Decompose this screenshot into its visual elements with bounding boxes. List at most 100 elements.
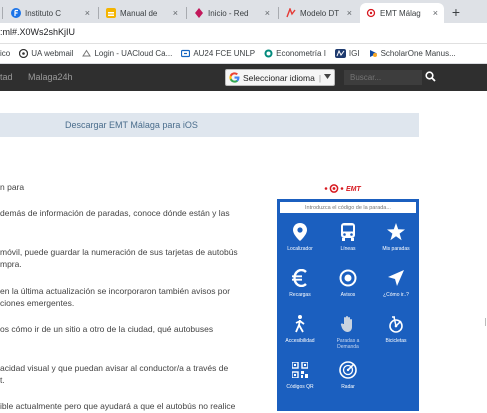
tile-label: Avisos — [340, 292, 356, 298]
address-bar[interactable]: :ml#.X0Ws2shKjIU — [0, 23, 487, 44]
tab-label: Manual de — [120, 8, 158, 18]
tab-close-icon[interactable]: × — [173, 8, 178, 18]
url-text[interactable]: :ml#.X0Ws2shKjIU — [0, 27, 75, 37]
app-tile-avisos[interactable]: Avisos — [325, 263, 371, 305]
tab-close-icon[interactable]: × — [265, 8, 270, 18]
bookmark-ua-webmail[interactable]: UA webmail — [19, 49, 73, 58]
language-selector[interactable]: Seleccionar idioma | — [225, 69, 335, 86]
econometria-icon — [264, 49, 273, 58]
bookmark-scholarone[interactable]: ScholarOne Manus... — [369, 49, 456, 58]
tile-label: Códigos QR — [286, 384, 314, 390]
navigation-arrow-icon — [386, 268, 406, 288]
tile-label: Accesibilidad — [285, 338, 315, 344]
euro-icon — [290, 268, 310, 288]
search-icon — [424, 71, 436, 84]
nav-link-tad[interactable]: tad — [0, 72, 13, 82]
bookmark-uacloud[interactable]: Login - UACloud Ca... — [82, 49, 172, 58]
bookmark-label: Econometría I — [276, 49, 326, 58]
scholarone-icon — [369, 49, 378, 58]
bookmark-label: ScholarOne Manus... — [380, 49, 456, 58]
app-tile-paradas-demanda[interactable]: Paradas a Demanda — [325, 309, 371, 351]
download-ios-banner[interactable]: Descargar EMT Málaga para iOS — [0, 113, 419, 137]
article-line: demás de información de paradas, conoce … — [0, 208, 230, 218]
tile-label: Paradas a Demanda — [336, 338, 360, 350]
modelo-favicon-icon — [286, 8, 296, 18]
article-line: ible actualmente pero que ayudará a que … — [0, 401, 236, 411]
site-search-input[interactable] — [344, 70, 422, 85]
tab-label: EMT Málag — [380, 8, 421, 18]
igi-icon — [334, 49, 346, 58]
bookmark-label: ico — [0, 49, 11, 58]
nav-link-malaga24h[interactable]: Malaga24h — [28, 72, 73, 82]
article-line: ciones emergentes. — [0, 298, 75, 308]
tab-separator — [278, 7, 279, 19]
app-tile-localizador[interactable]: Localizador — [277, 217, 323, 259]
emt-logo: EMT — [324, 184, 361, 195]
instituto-favicon-icon — [11, 8, 21, 18]
article-line: n para — [0, 182, 25, 192]
bus-icon — [338, 222, 358, 242]
emt-logo-mark-icon — [324, 184, 344, 195]
app-tile-como-ir[interactable]: ¿Cómo ir..? — [373, 263, 419, 305]
bookmark-igi[interactable]: IGI — [334, 49, 360, 58]
bookmarks-bar: ico UA webmail Login - UACloud Ca... AU2… — [0, 44, 487, 64]
tile-label: ¿Cómo ir..? — [383, 292, 409, 298]
emt-logo-text: EMT — [346, 186, 361, 193]
tab-separator — [98, 7, 99, 19]
app-tile-mis-paradas[interactable]: Mis paradas — [373, 217, 419, 259]
app-tile-bicicletas[interactable]: Bicicletas — [373, 309, 419, 351]
emt-favicon-icon — [366, 8, 376, 18]
au24-icon — [181, 49, 191, 58]
bicycle-icon — [386, 314, 406, 334]
app-tile-codigos-qr[interactable]: Códigos QR — [277, 355, 323, 397]
download-ios-link[interactable]: Descargar EMT Málaga para iOS — [65, 120, 198, 130]
app-tile-lineas[interactable]: Líneas — [325, 217, 371, 259]
google-g-icon — [229, 72, 243, 83]
bookmark-label: IGI — [348, 49, 360, 58]
radar-icon — [338, 360, 358, 380]
tile-label: Líneas — [340, 246, 356, 252]
emt-app-screenshot: EMT Localizador Líneas Mis paradas Recar… — [277, 179, 419, 411]
tab-close-icon[interactable]: × — [85, 8, 90, 18]
stop-code-input[interactable] — [280, 202, 416, 213]
app-tile-accesibilidad[interactable]: Accesibilidad — [277, 309, 323, 351]
bookmark-au24[interactable]: AU24 FCE UNLP — [181, 49, 255, 58]
site-header: tad Malaga24h Seleccionar idioma | — [0, 64, 487, 91]
tile-label: Recargas — [289, 292, 311, 298]
article-line: mpra. — [0, 259, 22, 269]
tab-close-icon[interactable]: × — [433, 8, 438, 18]
tab-emt-malaga[interactable]: EMT Málag × — [360, 3, 444, 23]
tile-label: Localizador — [287, 246, 313, 252]
article-line: acidad visual y que puedan avisar al con… — [0, 363, 229, 373]
language-separator: | — [318, 72, 322, 83]
language-label: Seleccionar idioma — [243, 72, 315, 83]
bookmark-econometria[interactable]: Econometría I — [264, 49, 326, 58]
hand-icon — [338, 314, 358, 334]
article-line: en la última actualización se incorporar… — [0, 286, 231, 296]
app-tile-radar[interactable]: Radar — [325, 355, 371, 397]
star-icon — [386, 222, 406, 242]
bookmark-label: AU24 FCE UNLP — [193, 49, 256, 58]
tab-manual[interactable]: Manual de × — [100, 3, 184, 23]
tab-close-icon[interactable]: × — [347, 8, 352, 18]
app-header: EMT — [277, 179, 419, 199]
manual-favicon-icon — [106, 8, 116, 18]
app-tile-recargas[interactable]: Recargas — [277, 263, 323, 305]
tab-label: Inicio - Red — [208, 8, 249, 18]
tile-label: Radar — [341, 384, 355, 390]
bookmark-label: UA webmail — [31, 49, 74, 58]
walking-person-icon — [290, 314, 310, 334]
search-button[interactable] — [422, 69, 438, 86]
scroll-marker — [485, 318, 486, 326]
tab-inicio-red[interactable]: Inicio - Red × — [188, 3, 276, 23]
tab-modelo[interactable]: Modelo DT × — [280, 3, 358, 23]
article-line: t. — [0, 375, 5, 385]
tab-instituto[interactable]: Instituto C × — [5, 3, 96, 23]
webmail-icon — [19, 49, 29, 58]
bookmark-ico[interactable]: ico — [0, 49, 10, 58]
tab-separator — [186, 7, 187, 19]
bookmark-label: Login - UACloud Ca... — [94, 49, 173, 58]
location-pin-icon — [290, 222, 310, 242]
new-tab-button[interactable]: + — [447, 3, 465, 21]
cloud-icon — [82, 49, 92, 58]
